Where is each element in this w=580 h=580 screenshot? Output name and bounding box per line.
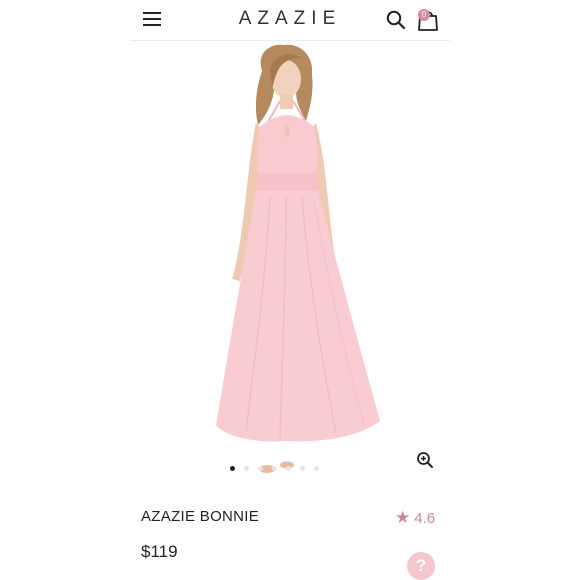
carousel-dot[interactable]: [230, 466, 235, 471]
cart-count-badge: 0: [418, 9, 430, 21]
zoom-in-icon[interactable]: [416, 451, 434, 469]
rating-value: 4.6: [414, 510, 436, 527]
carousel-dot[interactable]: [272, 466, 277, 471]
carousel-dot[interactable]: [314, 466, 319, 471]
star-icon: ★: [395, 508, 411, 527]
search-icon[interactable]: [386, 10, 406, 30]
carousel-dot[interactable]: [244, 466, 249, 471]
carousel-dot[interactable]: [286, 466, 291, 471]
product-image[interactable]: [130, 41, 450, 481]
top-navigation-bar: AZAZIE 0: [130, 0, 450, 41]
help-button[interactable]: ?: [407, 552, 435, 580]
product-rating[interactable]: ★ 4.6: [395, 508, 435, 528]
product-price: $119: [141, 542, 178, 561]
product-page: AZAZIE 0 AZAZIE BONNIE ★ 4.6 $119 ?: [130, 0, 450, 580]
product-name: AZAZIE BONNIE: [141, 508, 260, 525]
carousel-dot[interactable]: [300, 466, 305, 471]
carousel-dot[interactable]: [258, 466, 263, 471]
